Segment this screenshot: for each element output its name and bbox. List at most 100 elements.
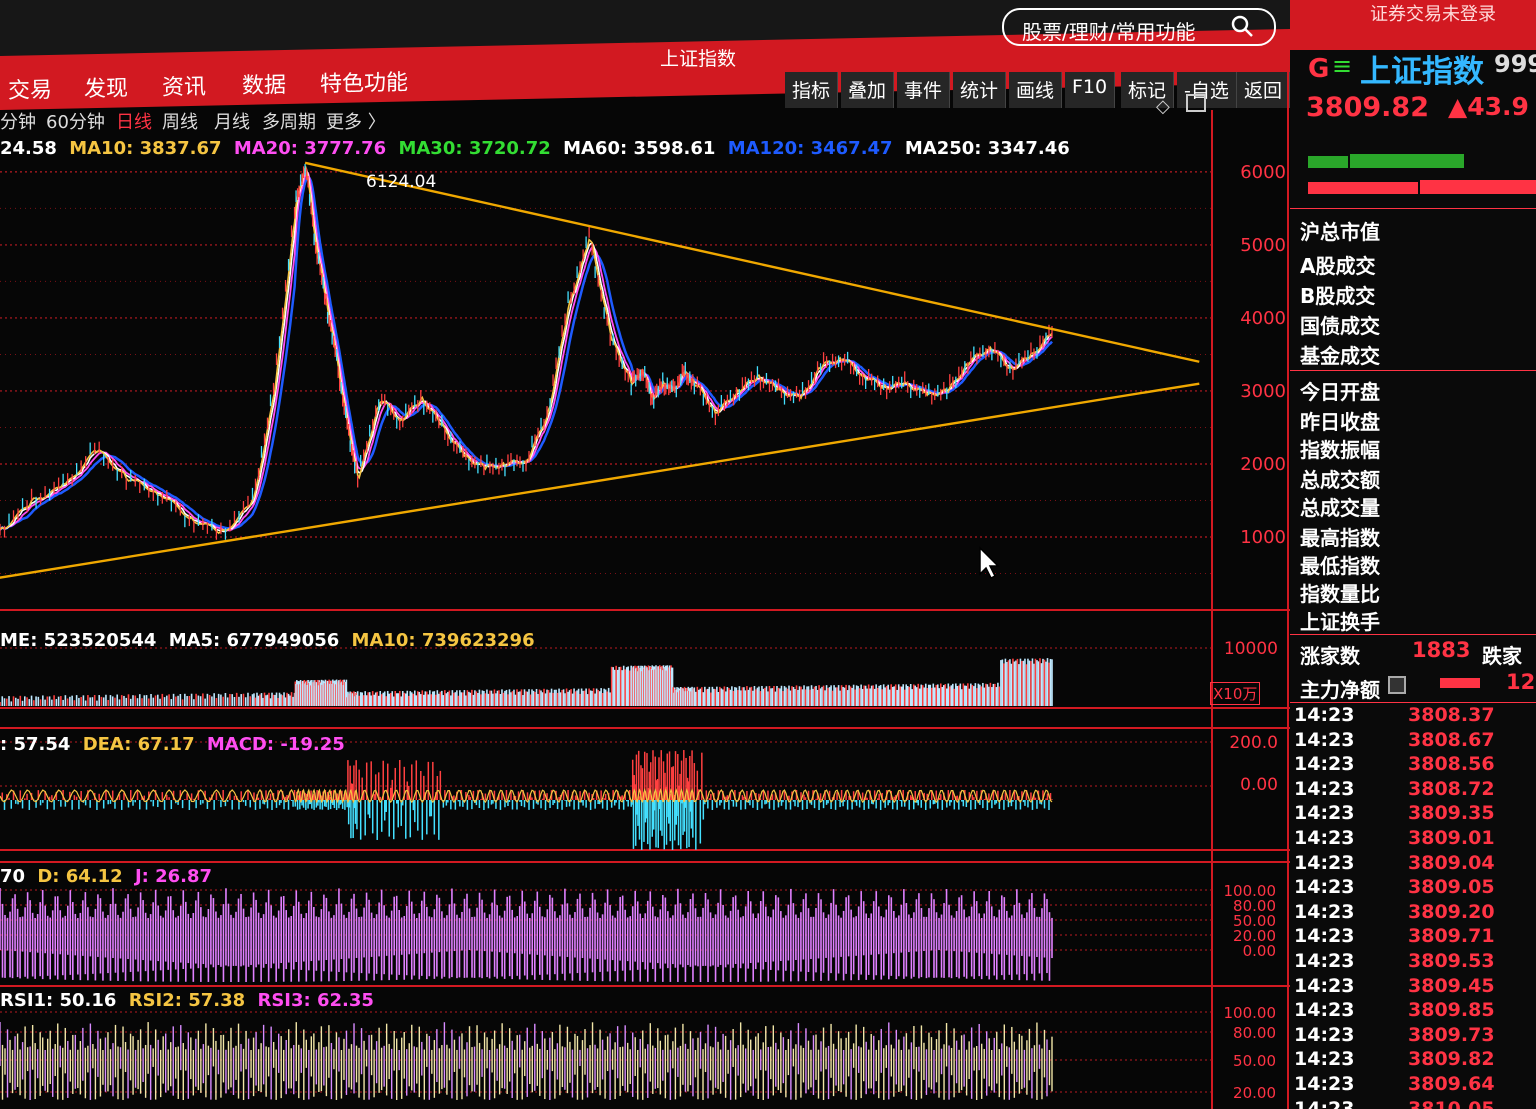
tick-time: 14:23 — [1294, 827, 1355, 849]
stock-code: 999 — [1494, 50, 1536, 78]
peak-label: 6124.04 — [366, 172, 437, 192]
tick-price: 3808.56 — [1408, 753, 1495, 776]
current-price: 3809.82 — [1306, 92, 1429, 123]
side-label: 总成交额 — [1300, 468, 1380, 492]
side-label: 国债成交 — [1300, 314, 1380, 338]
rsi-legend-item: RSI2: 57.38 — [128, 990, 246, 1011]
price-axis-label: 6000 — [1240, 162, 1286, 183]
rsi-axis-label: 50.00 — [1233, 1052, 1276, 1070]
tick-time: 14:23 — [1294, 777, 1355, 800]
breadth-bar-red — [1420, 180, 1536, 194]
kdj-legend-item: D: 64.12 — [37, 866, 123, 887]
side-label: 今日开盘 — [1300, 380, 1380, 404]
tick-row: 14:23 3809.04 — [1290, 852, 1536, 876]
tick-time: 14:23 — [1294, 1073, 1355, 1095]
tick-row: 14:23 3809.73 — [1290, 1024, 1536, 1048]
tick-time: 14:23 — [1294, 728, 1355, 751]
tick-price: 3809.71 — [1408, 925, 1495, 948]
ma20-line — [0, 171, 1053, 532]
kdj-legend-item: J: 26.87 — [134, 866, 213, 887]
capital-flow-icon[interactable] — [1388, 676, 1406, 694]
side-label: 昨日收盘 — [1300, 410, 1380, 434]
side-label: 基金成交 — [1300, 344, 1380, 368]
tick-time: 14:23 — [1294, 999, 1355, 1022]
tick-time: 14:23 — [1294, 925, 1355, 948]
side-label: 最低指数 — [1300, 554, 1380, 578]
tick-row: 14:23 3809.01 — [1290, 827, 1536, 851]
tick-row: 14:23 3808.67 — [1290, 729, 1536, 753]
divider — [1290, 370, 1536, 371]
tick-row: 14:23 3809.45 — [1290, 975, 1536, 999]
ma-legend-item: MA20: 3777.76 — [233, 138, 387, 159]
rsi-legend-item: RSI3: 62.35 — [257, 990, 374, 1011]
ma-legend-item: MA10: 3837.67 — [69, 138, 222, 159]
menu-icon[interactable]: ≡ — [1332, 52, 1352, 80]
tick-price: 3810.05 — [1408, 1097, 1495, 1109]
ma10-line — [0, 165, 1053, 535]
tick-time: 14:23 — [1294, 704, 1355, 726]
macd-legend: : 57.54 DEA: 67.17 MACD: -19.25 — [0, 734, 345, 755]
login-status: 证券交易未登录 — [1370, 4, 1496, 25]
tick-price: 3809.04 — [1408, 851, 1495, 874]
tick-row: 14:23 3809.85 — [1290, 999, 1536, 1023]
tick-row: 14:23 3808.37 — [1290, 704, 1536, 728]
kdj-legend-item: 70 — [0, 866, 26, 887]
tick-price: 3808.72 — [1408, 777, 1495, 800]
volume-legend-item: MA5: 677949056 — [168, 630, 340, 651]
trend-line — [0, 382, 1200, 579]
tick-time: 14:23 — [1294, 1097, 1355, 1109]
tick-price: 3809.73 — [1408, 1023, 1495, 1046]
tick-price: 3809.53 — [1408, 950, 1495, 972]
ma-legend-item: MA250: 3347.46 — [904, 138, 1070, 159]
capital-flow-label: 主力净额 — [1300, 678, 1380, 702]
tick-row: 14:23 3809.82 — [1290, 1048, 1536, 1072]
tick-price: 3809.85 — [1408, 999, 1495, 1022]
rsi-axis-label: 80.00 — [1233, 1024, 1276, 1042]
ma-legend-item: 24.58 — [0, 138, 57, 159]
price-change: ▲43.9 — [1448, 92, 1529, 121]
tick-price: 3809.01 — [1408, 827, 1495, 849]
tick-row: 14:23 3808.56 — [1290, 753, 1536, 777]
tick-time: 14:23 — [1294, 900, 1355, 923]
tick-price: 3809.64 — [1408, 1073, 1495, 1095]
tick-time: 14:23 — [1294, 974, 1355, 997]
trading-app: 交易 发现 资讯 数据 特色功能 上证指数 股票/理财/常用功能 证券交易未登录… — [0, 0, 1536, 1109]
tick-time: 14:23 — [1294, 876, 1355, 899]
volume-legend-item: MA10: 739623296 — [351, 630, 535, 651]
kline-chart[interactable]: 6000 5000 4000 3000 2000 1000 10000 200.0 0.00 10… — [0, 0, 1296, 1109]
breadth-value: 1883 — [1412, 638, 1471, 662]
price-axis-label: 5000 — [1240, 235, 1286, 256]
side-label: 沪总市值 — [1300, 220, 1380, 244]
side-label: 指数振幅 — [1300, 438, 1380, 462]
side-label: 总成交量 — [1300, 496, 1380, 520]
volume-legend-item: ME: 523520544 — [0, 630, 157, 651]
rsi-legend: RSI1: 50.16 RSI2: 57.38 RSI3: 62.35 — [0, 990, 374, 1011]
macd-axis-label: 200.0 — [1229, 733, 1278, 753]
tick-row: 14:23 3809.20 — [1290, 901, 1536, 925]
price-axis-label: 1000 — [1240, 527, 1286, 548]
ma-legend-item: MA60: 3598.61 — [563, 138, 716, 159]
macd-legend-item: DEA: 67.17 — [82, 734, 195, 755]
tick-time: 14:23 — [1294, 802, 1355, 825]
tick-time: 14:23 — [1294, 851, 1355, 874]
tick-price: 3809.05 — [1408, 876, 1495, 899]
tick-time: 14:23 — [1294, 1023, 1355, 1046]
price-axis-label: 4000 — [1240, 308, 1286, 329]
price-axis-label: 3000 — [1240, 381, 1286, 402]
breadth-label-2: 跌家 — [1482, 644, 1522, 668]
volume-axis-label: 10000 — [1224, 639, 1278, 659]
side-label: 指数量比 — [1300, 582, 1380, 606]
tick-time: 14:23 — [1294, 1048, 1355, 1071]
price-axis-label: 2000 — [1240, 454, 1286, 475]
tick-time: 14:23 — [1294, 950, 1355, 972]
volume-legend: ME: 523520544 MA5: 677949056 MA10: 73962… — [0, 630, 535, 651]
divider — [1290, 702, 1536, 703]
tick-row: 14:23 3809.53 — [1290, 950, 1536, 974]
stock-name: 上证指数 — [1360, 54, 1484, 90]
macd-legend-item: MACD: -19.25 — [206, 734, 345, 755]
capital-flow-value: 12 — [1506, 670, 1536, 694]
tick-price: 3809.20 — [1408, 900, 1495, 923]
side-label: B股成交 — [1300, 284, 1376, 308]
rsi-legend-item: RSI1: 50.16 — [0, 990, 117, 1011]
kdj-axis-label: 0.00 — [1243, 942, 1276, 960]
